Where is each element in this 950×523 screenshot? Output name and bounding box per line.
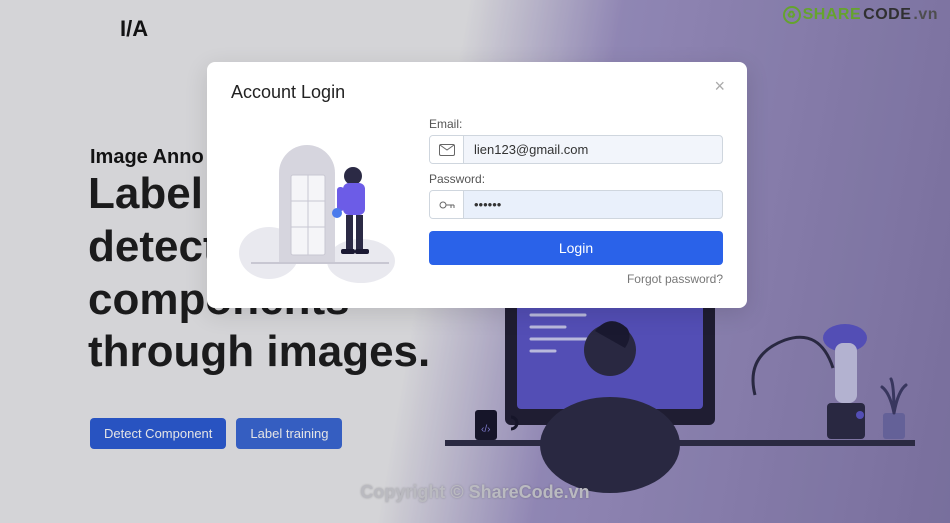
key-icon — [430, 191, 464, 218]
password-label: Password: — [429, 172, 723, 186]
email-field[interactable] — [464, 136, 722, 163]
login-modal: Account Login × Email: — [207, 62, 747, 308]
password-field[interactable] — [464, 191, 722, 218]
email-label: Email: — [429, 117, 723, 131]
mail-icon — [430, 136, 464, 163]
password-input-row — [429, 190, 723, 219]
login-button[interactable]: Login — [429, 231, 723, 265]
modal-title: Account Login — [231, 82, 723, 103]
login-form: Email: Password: Login Forgot password? — [429, 113, 723, 286]
close-icon[interactable]: × — [708, 76, 731, 96]
email-input-row — [429, 135, 723, 164]
login-illustration — [231, 113, 411, 283]
forgot-password-link[interactable]: Forgot password? — [627, 272, 723, 286]
